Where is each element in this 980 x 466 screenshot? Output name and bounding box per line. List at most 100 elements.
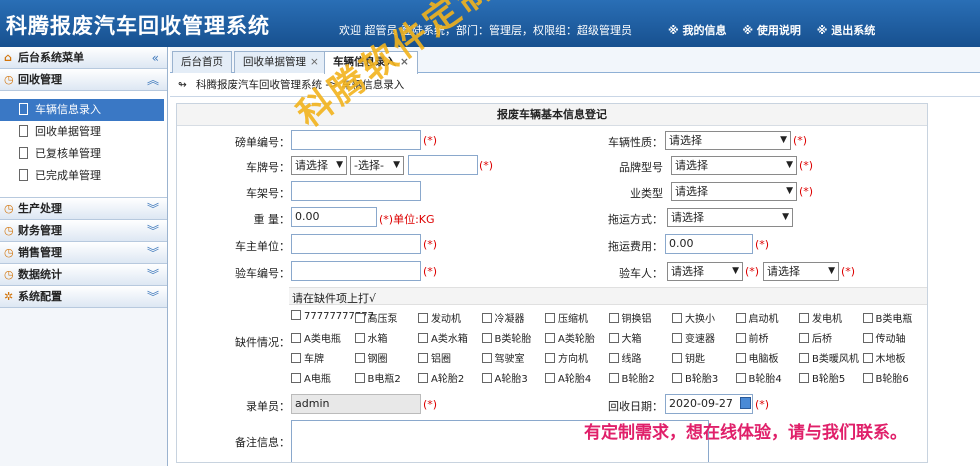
menu-item-recycle-docs[interactable]: 回收单据管理	[0, 121, 164, 143]
checkbox-icon[interactable]	[735, 373, 746, 383]
checkbox-icon[interactable]	[418, 313, 428, 323]
missing-item-checkbox[interactable]: B类轮胎	[481, 330, 531, 345]
checkbox-icon[interactable]	[735, 313, 746, 323]
missing-item-checkbox[interactable]: 后桥	[799, 330, 832, 345]
checkbox-icon[interactable]	[481, 373, 492, 383]
missing-item-checkbox[interactable]: 电脑板	[735, 350, 779, 365]
engine-select[interactable]: 请选择 ▼	[671, 182, 797, 201]
checkbox-icon[interactable]	[354, 373, 365, 383]
tab-recycle-docs[interactable]: 回收单据管理 ×	[234, 51, 328, 73]
missing-item-checkbox[interactable]: A类电瓶	[291, 330, 341, 345]
missing-item-checkbox[interactable]: B电瓶2	[354, 370, 401, 385]
missing-item-checkbox[interactable]: A轮胎2	[418, 370, 464, 385]
close-icon[interactable]: ×	[310, 56, 319, 68]
checkbox-icon[interactable]	[418, 333, 428, 343]
tow-select[interactable]: 请选择 ▼	[667, 208, 793, 227]
checkbox-icon[interactable]	[672, 373, 682, 383]
checkbox-icon[interactable]	[672, 313, 682, 323]
frame-input[interactable]	[291, 181, 421, 201]
missing-item-checkbox[interactable]: 驾驶室	[481, 350, 525, 365]
vehicle-type-select[interactable]: 请选择 ▼	[665, 131, 791, 150]
inspector-select-1[interactable]: 请选择 ▼	[667, 262, 743, 281]
missing-item-checkbox[interactable]: B类暖风机	[799, 350, 859, 365]
collapse-icon[interactable]: «	[152, 47, 159, 69]
missing-item-checkbox[interactable]: 方向机	[545, 350, 588, 365]
menu-item-vehicle-entry[interactable]: 车辆信息录入	[0, 99, 164, 121]
checkbox-icon[interactable]	[608, 333, 619, 343]
towfee-input[interactable]: 0.00	[665, 234, 753, 254]
checkbox-icon[interactable]	[799, 353, 809, 363]
missing-item-checkbox[interactable]: 启动机	[735, 310, 779, 325]
checkbox-icon[interactable]	[799, 313, 809, 323]
missing-item-checkbox[interactable]: A电瓶	[291, 370, 331, 385]
checkbox-icon[interactable]	[862, 353, 873, 363]
checkbox-icon[interactable]	[481, 333, 492, 343]
missing-item-checkbox[interactable]: 铝圈	[418, 350, 451, 365]
tab-home[interactable]: 后台首页	[172, 51, 232, 73]
checkbox-icon[interactable]	[608, 373, 619, 383]
missing-item-checkbox[interactable]: B轮胎6	[862, 370, 909, 385]
missing-item-checkbox[interactable]: 线路	[608, 350, 642, 365]
checkbox-icon[interactable]	[735, 353, 746, 363]
missing-item-checkbox[interactable]: 木地板	[862, 350, 906, 365]
checkbox-icon[interactable]	[672, 353, 682, 363]
missing-item-checkbox[interactable]: 铜换铝	[608, 310, 652, 325]
group-stats[interactable]: ◷ 数据统计 ︾	[0, 264, 167, 286]
missing-item-checkbox[interactable]: 钢圈	[354, 350, 388, 365]
owner-input[interactable]	[291, 234, 421, 254]
checkbox-icon[interactable]	[291, 310, 301, 320]
missing-item-checkbox[interactable]: 车牌	[291, 350, 324, 365]
missing-item-checkbox[interactable]: B轮胎2	[608, 370, 655, 385]
weight-input[interactable]: 0.00	[291, 207, 377, 227]
checkbox-icon[interactable]	[608, 353, 619, 363]
checkbox-icon[interactable]	[418, 353, 428, 363]
checkbox-icon[interactable]	[545, 373, 555, 383]
checkbox-icon[interactable]	[291, 373, 301, 383]
missing-item-checkbox[interactable]: B轮胎5	[799, 370, 845, 385]
plate-province-select[interactable]: 请选择 ▼	[291, 156, 347, 175]
missing-item-checkbox[interactable]: 传动轴	[862, 330, 906, 345]
checkbox-icon[interactable]	[862, 333, 873, 343]
group-config[interactable]: ✲ 系统配置 ︾	[0, 286, 167, 308]
group-finance[interactable]: ◷ 财务管理 ︾	[0, 220, 167, 242]
checkbox-icon[interactable]	[481, 313, 492, 323]
group-recycle[interactable]: ◷ 回收管理 ︽	[0, 69, 167, 91]
plate-number-input[interactable]	[408, 155, 478, 175]
brand-select[interactable]: 请选择 ▼	[671, 156, 797, 175]
missing-item-checkbox[interactable]: 水箱	[354, 330, 388, 345]
missing-item-checkbox[interactable]: 前桥	[735, 330, 769, 345]
checkbox-icon[interactable]	[354, 313, 365, 323]
checkbox-icon[interactable]	[735, 333, 746, 343]
group-production[interactable]: ◷ 生产处理 ︾	[0, 198, 167, 220]
missing-item-checkbox[interactable]: 压缩机	[545, 310, 588, 325]
checkbox-icon[interactable]	[354, 333, 365, 343]
menu-item-reviewed[interactable]: 已复核单管理	[0, 143, 164, 165]
logout-link[interactable]: ※ 退出系统	[817, 24, 876, 37]
checkbox-icon[interactable]	[545, 353, 555, 363]
missing-item-checkbox[interactable]: 大换小	[672, 310, 715, 325]
missing-item-checkbox[interactable]: 大箱	[608, 330, 642, 345]
checkbox-icon[interactable]	[291, 333, 301, 343]
missing-item-checkbox[interactable]: B轮胎3	[672, 370, 718, 385]
missing-item-checkbox[interactable]: A轮胎3	[481, 370, 528, 385]
missing-item-checkbox[interactable]: 发动机	[418, 310, 461, 325]
missing-item-checkbox[interactable]: B类电瓶	[862, 310, 912, 325]
missing-item-checkbox[interactable]: 冷凝器	[481, 310, 525, 325]
group-sales[interactable]: ◷ 销售管理 ︾	[0, 242, 167, 264]
checkbox-icon[interactable]	[862, 373, 873, 383]
missing-item-checkbox[interactable]: B轮胎4	[735, 370, 782, 385]
help-link[interactable]: ※ 使用说明	[742, 24, 801, 37]
checkbox-icon[interactable]	[545, 313, 555, 323]
my-info-link[interactable]: ※ 我的信息	[668, 24, 727, 37]
inspect-no-input[interactable]	[291, 261, 421, 281]
missing-item-checkbox[interactable]: A类水箱	[418, 330, 468, 345]
checkbox-icon[interactable]	[608, 313, 619, 323]
calendar-icon[interactable]	[740, 397, 751, 409]
plate-letter-select[interactable]: -选择- ▼	[350, 156, 404, 175]
menu-item-completed[interactable]: 已完成单管理	[0, 165, 164, 187]
checkbox-icon[interactable]	[418, 373, 428, 383]
checkbox-icon[interactable]	[862, 313, 873, 323]
missing-item-checkbox[interactable]: 变速器	[672, 330, 715, 345]
inspector-select-2[interactable]: 请选择 ▼	[763, 262, 839, 281]
missing-item-checkbox[interactable]: 发电机	[799, 310, 842, 325]
